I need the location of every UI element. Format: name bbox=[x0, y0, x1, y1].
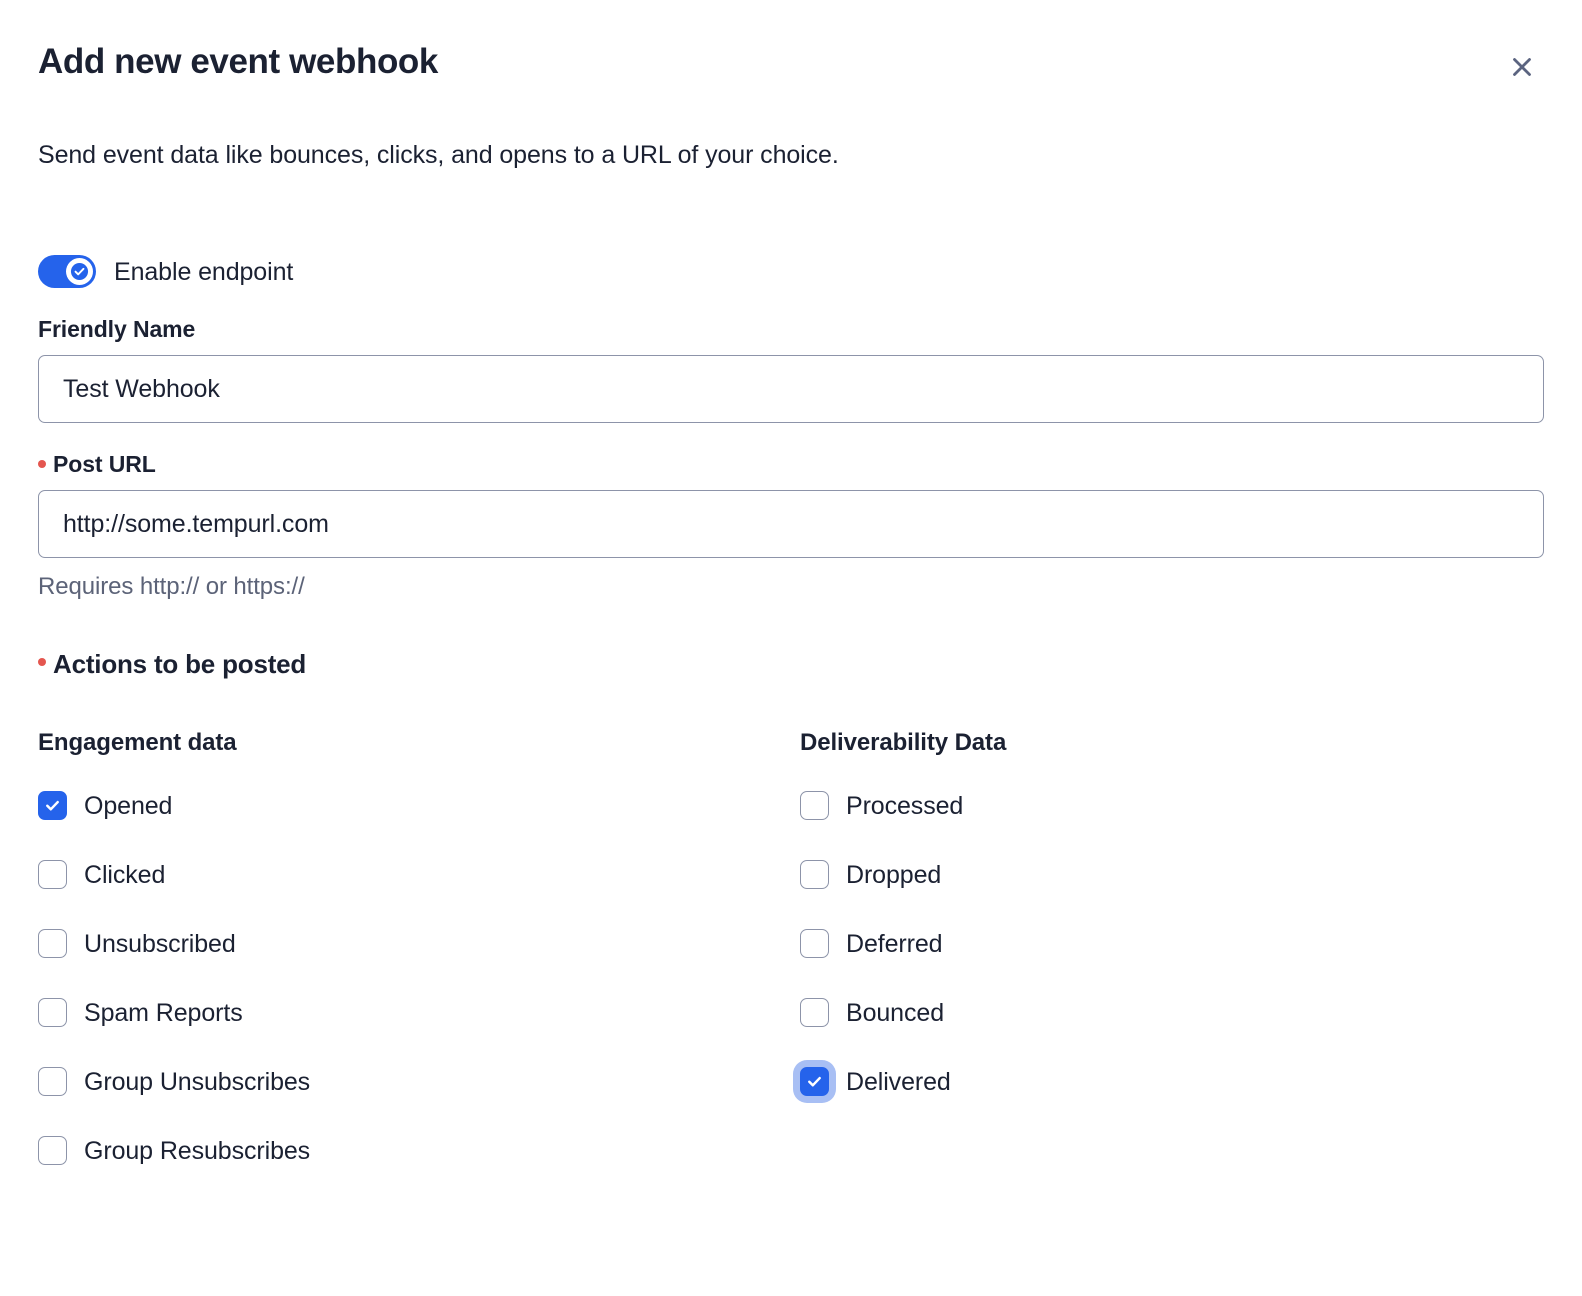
checkbox-group-resubscribes[interactable] bbox=[38, 1136, 67, 1165]
add-event-webhook-dialog: Add new event webhook Send event data li… bbox=[0, 0, 1582, 1296]
checkbox-row-bounced[interactable]: Bounced bbox=[800, 992, 944, 1033]
engagement-data-list: Opened Clicked Unsubscribed Spam Reports… bbox=[38, 785, 800, 1171]
dialog-description: Send event data like bounces, clicks, an… bbox=[38, 141, 839, 169]
post-url-input[interactable] bbox=[38, 490, 1544, 558]
checkmark-icon bbox=[43, 796, 62, 815]
checkbox-delivered[interactable] bbox=[800, 1067, 829, 1096]
checkbox-unsubscribed[interactable] bbox=[38, 929, 67, 958]
checkbox-row-unsubscribed[interactable]: Unsubscribed bbox=[38, 923, 236, 964]
checkbox-row-clicked[interactable]: Clicked bbox=[38, 854, 165, 895]
checkbox-label: Unsubscribed bbox=[84, 929, 236, 958]
enable-endpoint-toggle[interactable] bbox=[38, 255, 96, 288]
checkbox-label: Clicked bbox=[84, 860, 166, 889]
actions-section-title: Actions to be posted bbox=[38, 648, 1544, 680]
checkbox-label: Processed bbox=[846, 791, 964, 820]
friendly-name-label: Friendly Name bbox=[38, 316, 196, 342]
check-circle-icon bbox=[70, 262, 89, 281]
dialog-header: Add new event webhook bbox=[38, 0, 1544, 84]
deliverability-data-title: Deliverability Data bbox=[800, 729, 1007, 756]
engagement-data-title: Engagement data bbox=[38, 729, 237, 756]
close-icon bbox=[1509, 54, 1535, 80]
actions-section-title-text: Actions to be posted bbox=[53, 649, 307, 679]
toggle-knob bbox=[66, 258, 93, 285]
deliverability-data-column: Deliverability Data Processed Dropped De… bbox=[800, 728, 1562, 1199]
checkbox-row-delivered[interactable]: Delivered bbox=[800, 1061, 951, 1102]
checkbox-row-spam-reports[interactable]: Spam Reports bbox=[38, 992, 243, 1033]
close-button[interactable] bbox=[1500, 45, 1544, 89]
post-url-helper-text: Requires http:// or https:// bbox=[38, 573, 305, 600]
checkbox-row-group-resubscribes[interactable]: Group Resubscribes bbox=[38, 1130, 310, 1171]
friendly-name-input[interactable] bbox=[38, 355, 1544, 423]
checkbox-bounced[interactable] bbox=[800, 998, 829, 1027]
checkbox-label: Group Resubscribes bbox=[84, 1136, 311, 1165]
checkbox-label: Opened bbox=[84, 791, 173, 820]
checkbox-row-group-unsubscribes[interactable]: Group Unsubscribes bbox=[38, 1061, 310, 1102]
required-dot-icon bbox=[38, 459, 46, 468]
checkbox-clicked[interactable] bbox=[38, 860, 67, 889]
checkbox-label: Delivered bbox=[846, 1067, 951, 1096]
checkbox-dropped[interactable] bbox=[800, 860, 829, 889]
post-url-field: Post URL Requires http:// or https:// bbox=[38, 450, 1544, 602]
checkbox-label: Spam Reports bbox=[84, 998, 243, 1027]
checkbox-deferred[interactable] bbox=[800, 929, 829, 958]
page-title: Add new event webhook bbox=[38, 42, 438, 81]
post-url-label-text: Post URL bbox=[53, 451, 156, 477]
required-dot-icon bbox=[38, 658, 46, 667]
checkbox-row-processed[interactable]: Processed bbox=[800, 785, 963, 826]
checkbox-group-unsubscribes[interactable] bbox=[38, 1067, 67, 1096]
friendly-name-field: Friendly Name bbox=[38, 315, 1544, 423]
engagement-data-column: Engagement data Opened Clicked Unsubscri… bbox=[38, 728, 800, 1199]
checkbox-label: Group Unsubscribes bbox=[84, 1067, 311, 1096]
checkbox-spam-reports[interactable] bbox=[38, 998, 67, 1027]
checkbox-row-opened[interactable]: Opened bbox=[38, 785, 172, 826]
actions-columns: Engagement data Opened Clicked Unsubscri… bbox=[38, 728, 1544, 1199]
checkbox-opened[interactable] bbox=[38, 791, 67, 820]
checkbox-row-deferred[interactable]: Deferred bbox=[800, 923, 943, 964]
enable-endpoint-label: Enable endpoint bbox=[114, 257, 294, 286]
checkbox-label: Bounced bbox=[846, 998, 944, 1027]
checkbox-row-dropped[interactable]: Dropped bbox=[800, 854, 941, 895]
enable-endpoint-row: Enable endpoint bbox=[38, 255, 1544, 288]
deliverability-data-list: Processed Dropped Deferred Bounced Deliv… bbox=[800, 785, 1562, 1102]
checkbox-label: Deferred bbox=[846, 929, 943, 958]
checkbox-processed[interactable] bbox=[800, 791, 829, 820]
checkbox-label: Dropped bbox=[846, 860, 942, 889]
checkmark-icon bbox=[805, 1072, 824, 1091]
post-url-label: Post URL bbox=[38, 450, 1544, 478]
